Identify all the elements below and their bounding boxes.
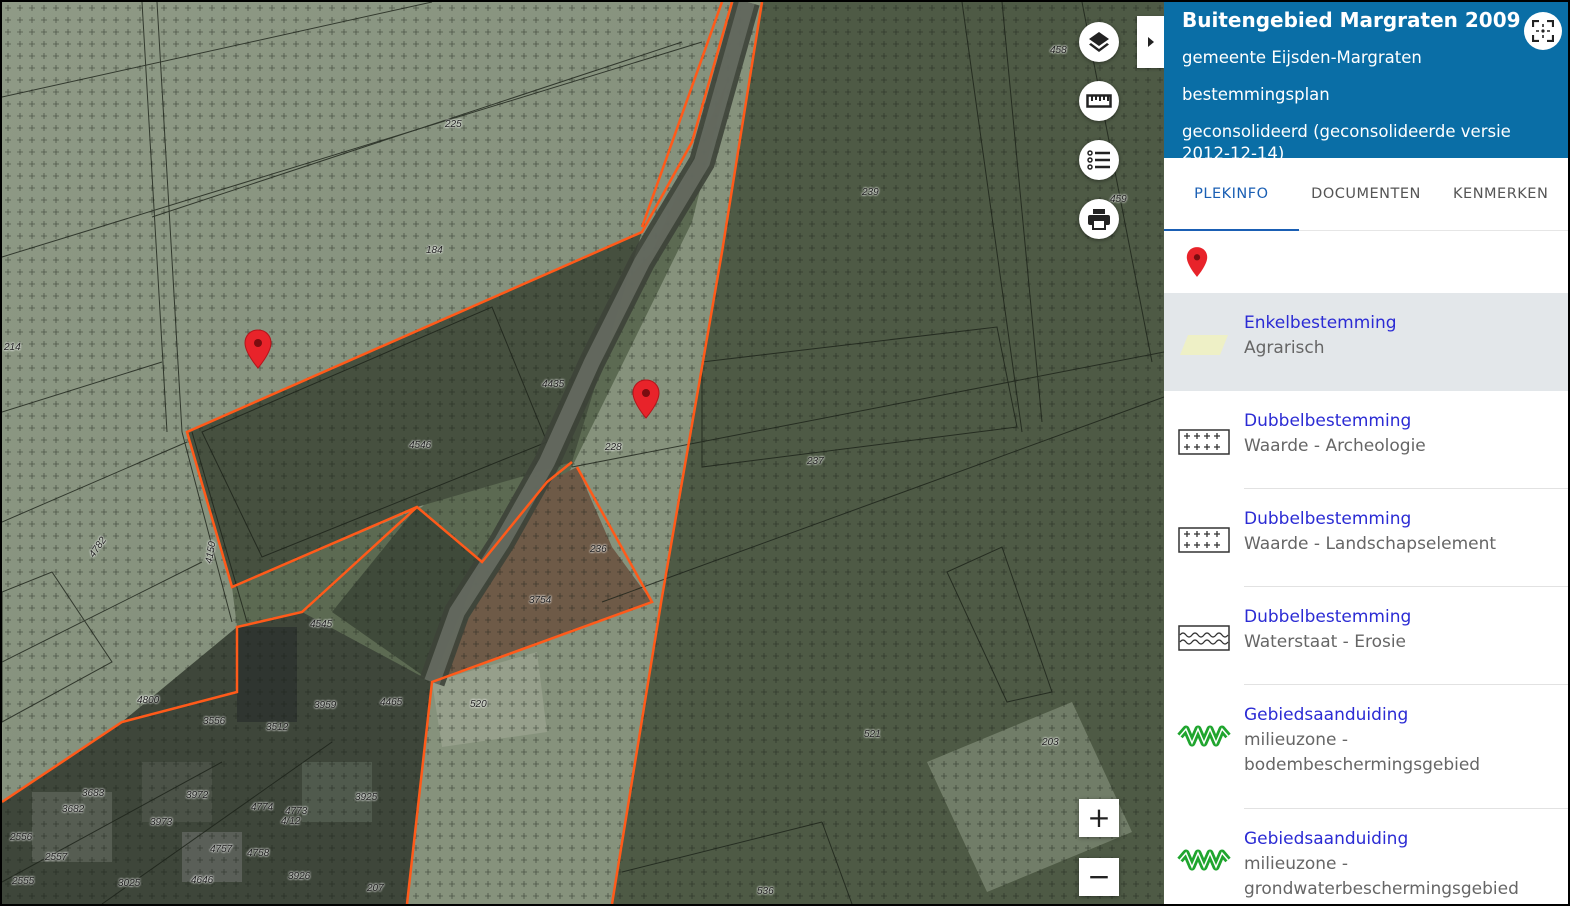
- item-category: Dubbelbestemming: [1244, 607, 1412, 627]
- parcel-label: 4758: [247, 848, 270, 859]
- item-value: milieuzone - grondwaterbeschermingsgebie…: [1244, 854, 1519, 899]
- parcel-label: 3682: [62, 804, 85, 815]
- tab-documenten[interactable]: DOCUMENTEN: [1299, 158, 1434, 230]
- plan-municipality: gemeente Eijsden-Margraten: [1182, 48, 1422, 67]
- selected-location-row: [1164, 231, 1568, 293]
- plus-grid-symbol-icon: [1178, 527, 1230, 553]
- parcel-label: 3972: [186, 790, 209, 801]
- parcel-label: 2556: [10, 832, 33, 843]
- agrarisch-symbol-icon: [1180, 335, 1228, 355]
- parcel-label: 239: [862, 187, 879, 198]
- item-value: Agrarisch: [1244, 338, 1325, 358]
- item-category: Enkelbestemming: [1244, 313, 1397, 333]
- parcel-label: 2555: [12, 876, 35, 887]
- plus-grid-symbol-icon: [1178, 429, 1230, 455]
- item-category: Dubbelbestemming: [1244, 411, 1412, 431]
- parcel-label: 214: [4, 342, 21, 353]
- location-marker-icon: [1186, 247, 1208, 277]
- parcel-label: 236: [590, 544, 607, 555]
- item-category: Gebiedsaanduiding: [1244, 705, 1409, 725]
- zoom-in-button[interactable]: +: [1079, 799, 1119, 837]
- parcel-label: 3973: [150, 817, 173, 828]
- parcel-label: 520: [470, 699, 487, 710]
- legend-button[interactable]: [1079, 140, 1119, 180]
- parcel-label: 3959: [314, 700, 337, 711]
- tab-plekinfo[interactable]: PLEKINFO: [1164, 158, 1299, 231]
- fullscreen-button[interactable]: [1524, 12, 1562, 50]
- parcel-label: 3754: [529, 595, 552, 606]
- list-item-dubbelbestemming[interactable]: Dubbelbestemming Waarde - Landschapselem…: [1164, 489, 1568, 587]
- panel-tabs: PLEKINFO DOCUMENTEN KENMERKEN: [1164, 158, 1568, 231]
- legend-list-icon: [1087, 150, 1110, 170]
- list-item-gebiedsaanduiding[interactable]: Gebiedsaanduiding milieuzone - bodembesc…: [1164, 685, 1568, 809]
- parcel-label: 4435: [542, 379, 565, 390]
- green-zigzag-symbol-icon: [1177, 725, 1231, 747]
- parcel-label: 536: [757, 886, 774, 897]
- parcel-label: 228: [605, 442, 622, 453]
- map-view[interactable]: 225 184 214 4435 4546 228 239 237 236 37…: [2, 2, 1164, 904]
- fullscreen-icon: [1532, 20, 1554, 42]
- parcel-label: 184: [426, 245, 443, 256]
- parcel-label: 237: [807, 456, 824, 467]
- parcel-label: 3556: [203, 716, 226, 727]
- item-category: Gebiedsaanduiding: [1244, 829, 1409, 849]
- parcel-label: 207: [367, 883, 384, 894]
- zoom-out-button[interactable]: −: [1079, 858, 1119, 896]
- item-value: milieuzone - bodembeschermingsgebied: [1244, 730, 1481, 775]
- green-zigzag-symbol-icon: [1177, 849, 1231, 871]
- parcel-label: 4646: [191, 875, 214, 886]
- parcel-label: 4757: [210, 844, 233, 855]
- plan-title: Buitengebied Margraten 2009: [1182, 8, 1521, 32]
- parcel-label: 3926: [288, 871, 311, 882]
- chevron-right-icon: [1147, 37, 1154, 47]
- info-panel: Buitengebied Margraten 2009 gemeente Eij…: [1164, 2, 1568, 904]
- parcel-label: 4465: [380, 697, 403, 708]
- list-item-enkelbestemming[interactable]: Enkelbestemming Agrarisch: [1164, 293, 1568, 391]
- layers-button[interactable]: [1079, 22, 1119, 62]
- parcel-label: 225: [445, 119, 462, 130]
- location-marker-icon[interactable]: [244, 329, 272, 369]
- parcel-label: 4800: [137, 695, 160, 706]
- plan-type: bestemmingsplan: [1182, 85, 1330, 104]
- measure-button[interactable]: [1079, 81, 1119, 121]
- item-category: Dubbelbestemming: [1244, 509, 1412, 529]
- parcel-label: 4546: [409, 440, 432, 451]
- map-canvas: [2, 2, 1164, 904]
- list-item-dubbelbestemming[interactable]: Dubbelbestemming Waarde - Archeologie: [1164, 391, 1568, 489]
- parcel-label: 3025: [118, 878, 141, 889]
- parcel-label: 2557: [45, 852, 68, 863]
- parcel-label: 3683: [82, 788, 105, 799]
- list-item-gebiedsaanduiding[interactable]: Gebiedsaanduiding milieuzone - grondwate…: [1164, 809, 1568, 904]
- layers-icon: [1089, 32, 1109, 52]
- print-button[interactable]: [1079, 199, 1119, 239]
- plan-header: Buitengebied Margraten 2009 gemeente Eij…: [1164, 2, 1568, 163]
- item-value: Waarde - Archeologie: [1244, 436, 1426, 456]
- collapse-panel-button[interactable]: [1137, 16, 1164, 68]
- parcel-label: 458: [1050, 45, 1067, 56]
- parcel-label: 3925: [355, 792, 378, 803]
- parcel-label: 521: [864, 729, 881, 740]
- tab-kenmerken[interactable]: KENMERKEN: [1433, 158, 1568, 230]
- wave-hatch-symbol-icon: [1178, 625, 1230, 651]
- item-value: Waarde - Landschapselement: [1244, 534, 1497, 554]
- parcel-label: 3512: [266, 722, 289, 733]
- print-icon: [1088, 209, 1110, 230]
- parcel-label: 4/12: [281, 816, 301, 827]
- parcel-label: 4774: [251, 802, 274, 813]
- measure-ruler-icon: [1086, 94, 1112, 108]
- item-value: Waterstaat - Erosie: [1244, 632, 1407, 652]
- location-marker-icon[interactable]: [632, 379, 660, 419]
- parcel-label: 4545: [310, 619, 333, 630]
- parcel-label: 203: [1042, 737, 1059, 748]
- list-item-dubbelbestemming[interactable]: Dubbelbestemming Waterstaat - Erosie: [1164, 587, 1568, 685]
